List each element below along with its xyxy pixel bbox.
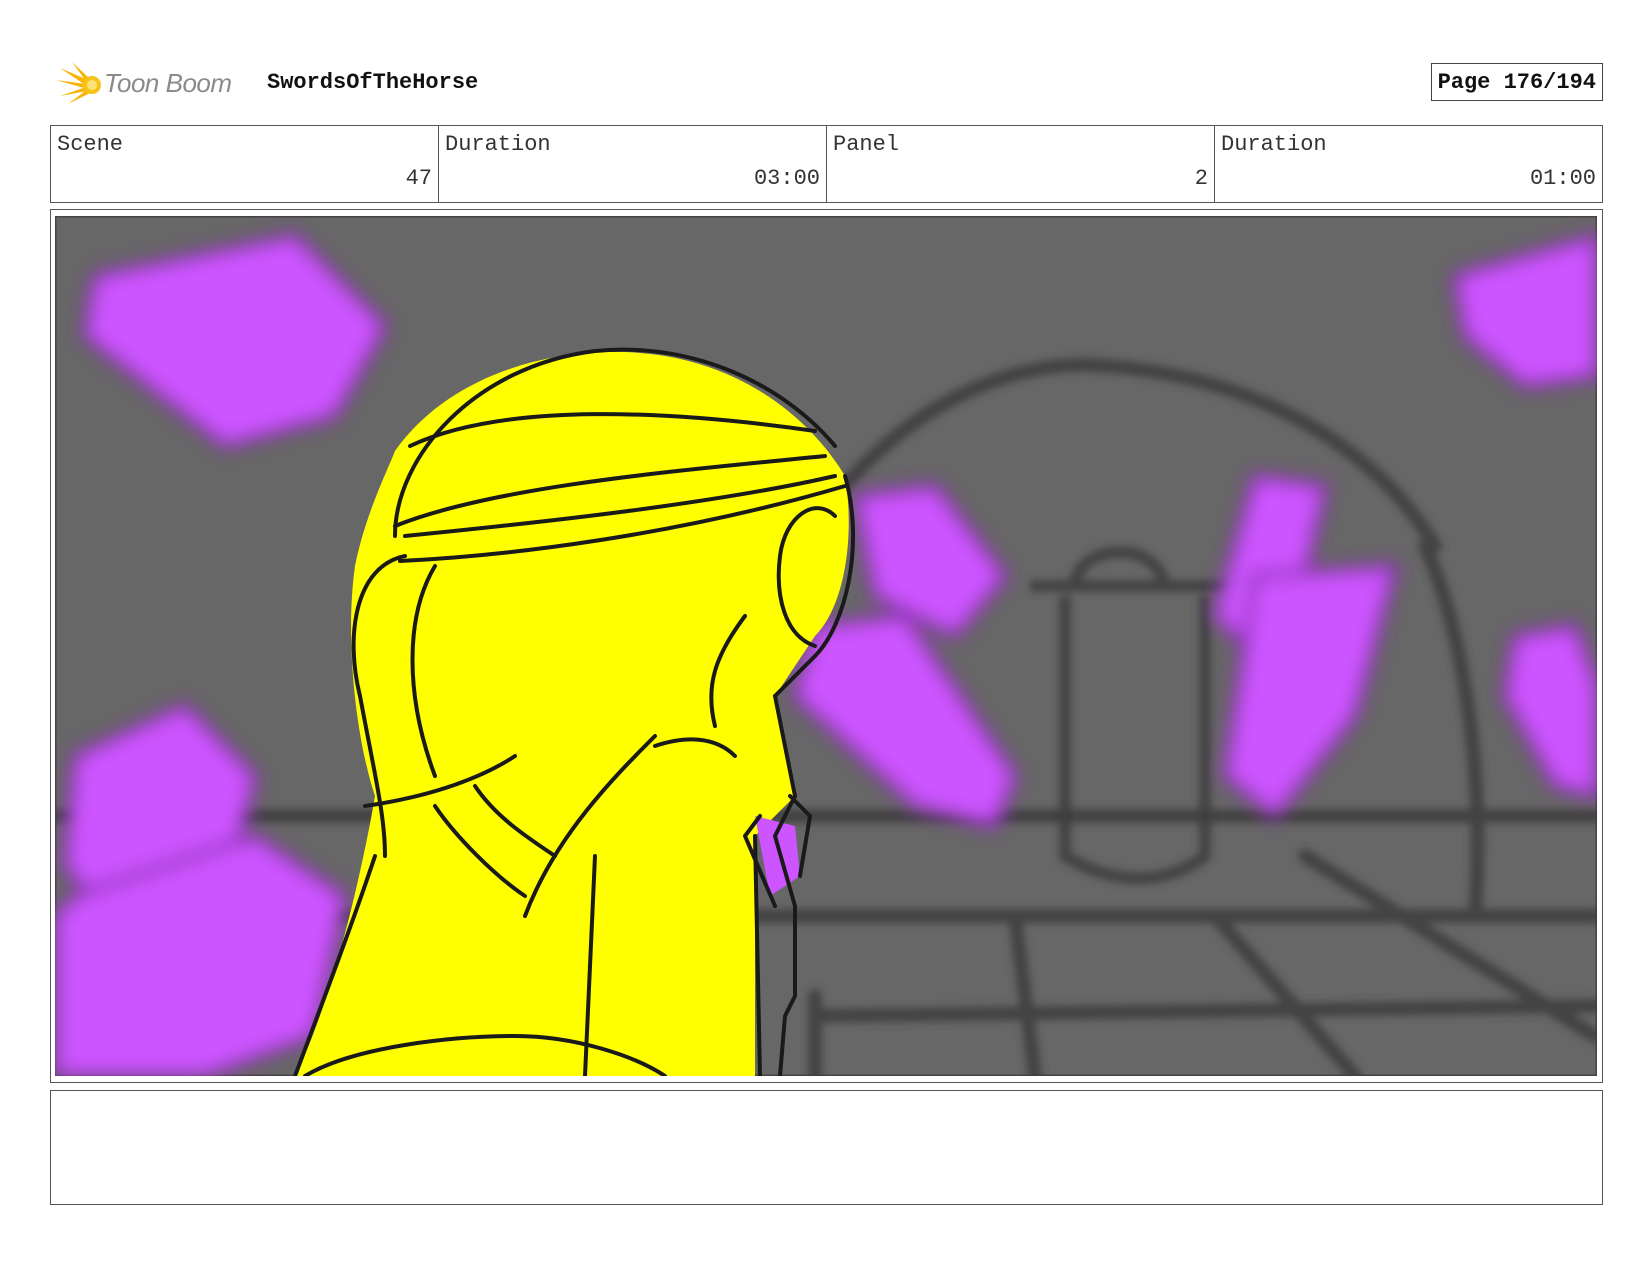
scene-duration-value: 03:00: [753, 166, 820, 191]
scene-duration-label: Duration: [445, 132, 551, 157]
panel-cell: Panel 2: [827, 126, 1215, 202]
panel-value: 2: [1194, 166, 1208, 191]
panel-label: Panel: [833, 132, 900, 157]
scene-value: 47: [405, 166, 432, 191]
storyboard-header: Toon Boom SwordsOfTheHorse Page 176/194: [50, 58, 1603, 108]
storyboard-panel-drawing: [55, 216, 1597, 1076]
scene-cell: Scene 47: [51, 126, 439, 202]
scene-info-table: Scene 47 Duration 03:00 Panel 2 Duration…: [50, 125, 1603, 203]
scene-label: Scene: [57, 132, 124, 157]
project-title: SwordsOfTheHorse: [267, 70, 479, 95]
panel-notes-box: [50, 1090, 1603, 1205]
toon-boom-logo: Toon Boom: [54, 58, 232, 108]
panel-duration-value: 01:00: [1529, 166, 1596, 191]
panel-duration-cell: Duration 01:00: [1215, 126, 1602, 202]
panel-frame: [50, 209, 1603, 1083]
starburst-icon: [56, 62, 101, 104]
panel-duration-label: Duration: [1221, 132, 1327, 157]
scene-duration-cell: Duration 03:00: [439, 126, 827, 202]
logo-wordmark: Toon Boom: [104, 67, 232, 98]
page-indicator: Page 176/194: [1430, 63, 1603, 101]
